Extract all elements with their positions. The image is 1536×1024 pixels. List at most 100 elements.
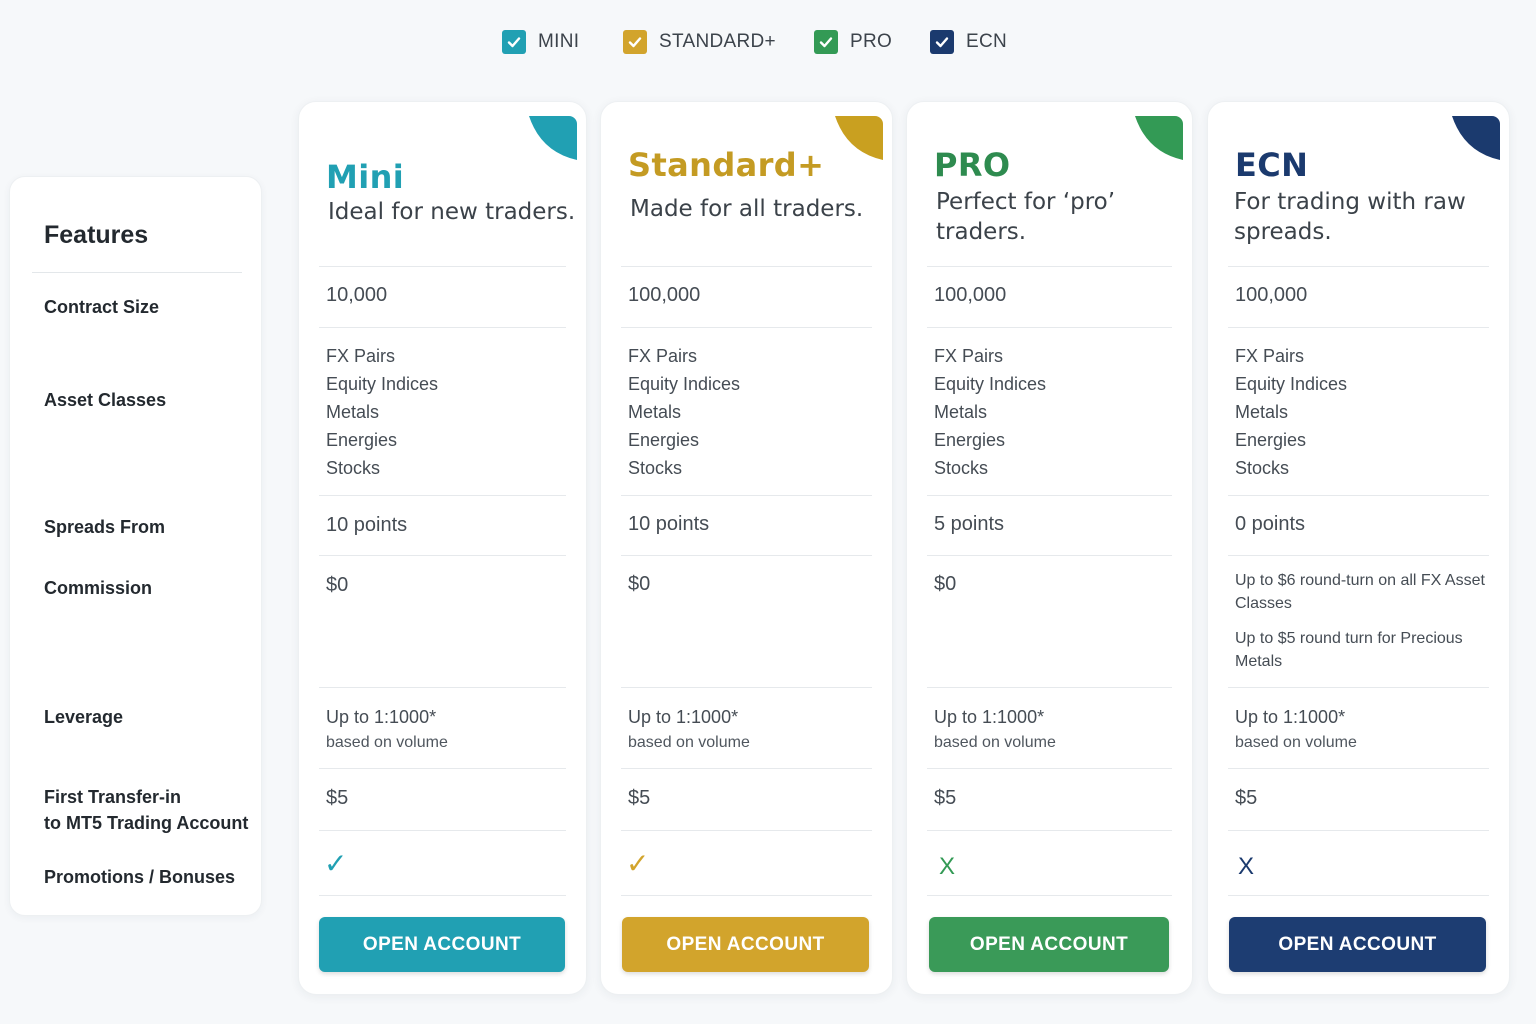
asset-item: FX Pairs xyxy=(326,346,396,366)
filter-ecn[interactable]: ECN xyxy=(930,29,1007,55)
divider xyxy=(1228,555,1489,556)
contract-size-value: 10,000 xyxy=(326,284,388,306)
divider xyxy=(1228,830,1489,831)
leverage-note: based on volume xyxy=(628,734,750,751)
cross-icon: X xyxy=(1238,853,1255,880)
feature-leverage: Leverage xyxy=(44,707,124,727)
asset-item: Metals xyxy=(326,402,380,422)
first-transfer-value: $5 xyxy=(326,787,349,809)
asset-item: FX Pairs xyxy=(1235,346,1305,366)
filter-pro[interactable]: PRO xyxy=(814,29,892,55)
divider xyxy=(1228,895,1489,896)
asset-item: Metals xyxy=(934,402,988,422)
open-account-button-standard-plus[interactable]: OPEN ACCOUNT xyxy=(622,917,869,972)
divider xyxy=(927,768,1172,769)
asset-item: Stocks xyxy=(628,458,683,478)
leverage-main: Up to 1:1000* xyxy=(934,707,1045,727)
feature-first-transfer-line1: First Transfer-in xyxy=(44,787,182,807)
first-transfer-value: $5 xyxy=(934,787,957,809)
plan-tagline: Ideal for new traders. xyxy=(328,199,576,225)
leverage-value: Up to 1:1000* based on volume xyxy=(934,706,1174,758)
divider xyxy=(1228,687,1489,688)
corner-ribbon xyxy=(529,116,577,160)
divider xyxy=(319,895,566,896)
asset-item: Equity Indices xyxy=(1235,374,1348,394)
leverage-main: Up to 1:1000* xyxy=(326,707,437,727)
divider xyxy=(621,495,872,496)
asset-item: Energies xyxy=(934,430,1006,450)
divider xyxy=(319,687,566,688)
asset-classes-list: FX Pairs Equity Indices Metals Energies … xyxy=(934,342,1174,482)
asset-item: Stocks xyxy=(934,458,989,478)
divider xyxy=(927,555,1172,556)
leverage-note: based on volume xyxy=(326,734,448,751)
divider xyxy=(1228,768,1489,769)
divider xyxy=(621,830,872,831)
filter-label: PRO xyxy=(850,31,893,52)
leverage-main: Up to 1:1000* xyxy=(1235,707,1346,727)
divider xyxy=(927,687,1172,688)
asset-item: Equity Indices xyxy=(326,374,439,394)
feature-contract-size: Contract Size xyxy=(44,297,160,317)
divider xyxy=(621,895,872,896)
plan-card-pro: PRO Perfect for ‘pro’ traders. 100,000 F… xyxy=(906,101,1193,995)
features-title: Features xyxy=(44,221,149,249)
plan-card-ecn: ECN For trading with raw spreads. 100,00… xyxy=(1207,101,1510,995)
feature-first-transfer: First Transfer-in to MT5 Trading Account xyxy=(44,784,254,836)
asset-classes-list: FX Pairs Equity Indices Metals Energies … xyxy=(1235,342,1491,482)
contract-size-value: 100,000 xyxy=(628,284,701,306)
asset-item: FX Pairs xyxy=(934,346,1004,366)
first-transfer-value: $5 xyxy=(1235,787,1258,809)
checkbox-mini[interactable] xyxy=(502,30,526,54)
features-panel: Features Contract Size Asset Classes Spr… xyxy=(9,176,262,916)
contract-size-value: 100,000 xyxy=(1235,284,1308,306)
plan-tagline-line: Perfect for ‘pro’ xyxy=(936,189,1116,215)
contract-size-value: 100,000 xyxy=(934,284,1007,306)
asset-item: Stocks xyxy=(1235,458,1290,478)
commission-line: Up to $5 round turn for Precious Metals xyxy=(1235,630,1463,670)
open-account-button-ecn[interactable]: OPEN ACCOUNT xyxy=(1229,917,1486,972)
checkbox-standard-plus[interactable] xyxy=(623,30,647,54)
divider xyxy=(927,495,1172,496)
filter-label: ECN xyxy=(966,31,1008,52)
filter-mini[interactable]: MINI xyxy=(502,29,579,55)
check-icon xyxy=(628,37,642,48)
feature-asset-classes: Asset Classes xyxy=(44,390,167,410)
commission-value: $0 xyxy=(326,574,349,596)
filter-standard-plus[interactable]: STANDARD+ xyxy=(623,29,776,55)
checkbox-pro[interactable] xyxy=(814,30,838,54)
plan-tagline-line: traders. xyxy=(936,219,1027,245)
corner-ribbon xyxy=(1135,116,1183,160)
check-icon: ✓ xyxy=(324,847,348,880)
leverage-value: Up to 1:1000* based on volume xyxy=(628,706,874,758)
spreads-value: 10 points xyxy=(326,514,408,536)
commission-value: $0 xyxy=(628,573,651,595)
divider xyxy=(32,272,242,273)
divider xyxy=(319,266,566,267)
asset-item: Energies xyxy=(628,430,700,450)
divider xyxy=(927,830,1172,831)
check-icon xyxy=(935,37,949,48)
divider xyxy=(927,895,1172,896)
leverage-value: Up to 1:1000* based on volume xyxy=(326,706,568,758)
asset-classes-list: FX Pairs Equity Indices Metals Energies … xyxy=(628,342,874,482)
filter-label: MINI xyxy=(538,31,580,52)
leverage-value: Up to 1:1000* based on volume xyxy=(1235,706,1491,758)
divider xyxy=(1228,327,1489,328)
asset-item: Metals xyxy=(1235,402,1289,422)
asset-classes-list: FX Pairs Equity Indices Metals Energies … xyxy=(326,342,568,482)
divider xyxy=(319,830,566,831)
cross-icon: X xyxy=(939,853,956,880)
asset-item: Stocks xyxy=(326,458,381,478)
check-icon xyxy=(507,37,521,48)
filter-label: STANDARD+ xyxy=(659,31,776,52)
open-account-button-pro[interactable]: OPEN ACCOUNT xyxy=(929,917,1169,972)
checkbox-ecn[interactable] xyxy=(930,30,954,54)
check-icon xyxy=(819,37,833,48)
spreads-value: 0 points xyxy=(1235,513,1306,535)
divider xyxy=(319,768,566,769)
asset-item: Equity Indices xyxy=(934,374,1047,394)
corner-ribbon xyxy=(1452,116,1500,160)
leverage-note: based on volume xyxy=(934,734,1056,751)
open-account-button-mini[interactable]: OPEN ACCOUNT xyxy=(319,917,565,972)
